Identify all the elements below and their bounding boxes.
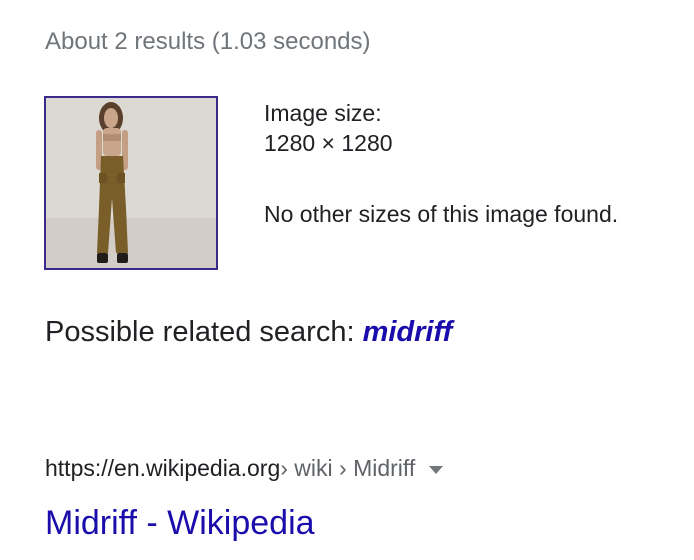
- person-photo: [46, 98, 216, 268]
- image-size-value: 1280 × 1280: [264, 130, 393, 156]
- result-stats: About 2 results (1.03 seconds): [45, 28, 371, 55]
- caret-down-icon[interactable]: [429, 465, 444, 474]
- result-domain: https://en.wikipedia.org: [45, 455, 281, 481]
- query-image-thumbnail[interactable]: [44, 96, 218, 270]
- related-search-link[interactable]: midriff: [363, 316, 453, 348]
- result-title-link[interactable]: Midriff - Wikipedia: [45, 504, 315, 543]
- result-url: https://en.wikipedia.org › wiki › Midrif…: [45, 455, 444, 482]
- image-size-info: Image size: 1280 × 1280: [264, 98, 393, 158]
- related-search-label: Possible related search:: [45, 316, 363, 348]
- image-size-label: Image size:: [264, 100, 382, 126]
- related-search: Possible related search: midriff: [45, 316, 452, 349]
- no-other-sizes-text: No other sizes of this image found.: [264, 201, 619, 227]
- result-breadcrumb: › wiki › Midriff: [280, 455, 416, 481]
